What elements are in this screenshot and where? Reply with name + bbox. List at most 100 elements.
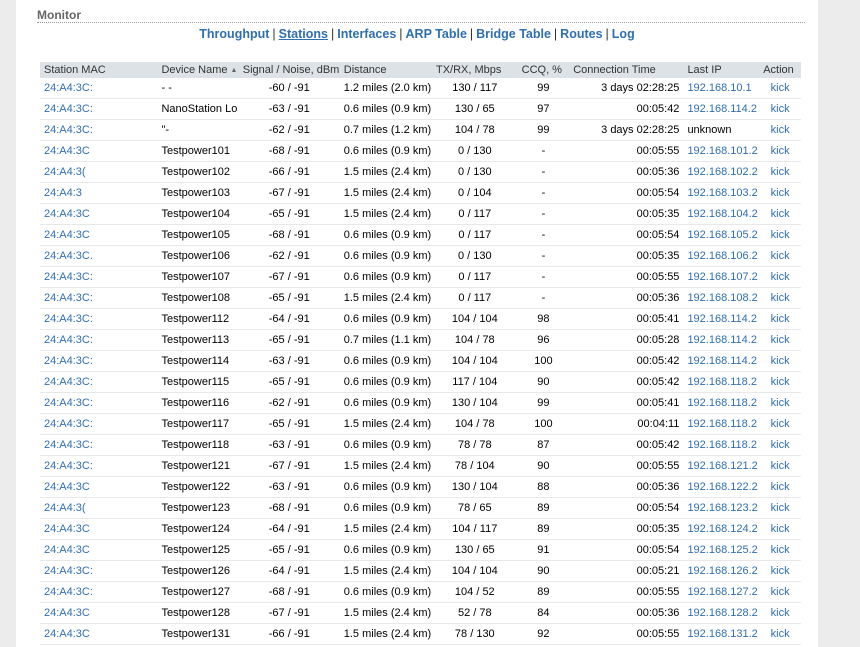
nav-link-throughput[interactable]: Throughput xyxy=(199,27,269,41)
last-ip-link[interactable]: 192.168.105.2 xyxy=(687,229,757,241)
station-mac-link[interactable]: 24:A4:3C: xyxy=(44,439,93,451)
last-ip-link[interactable]: 192.168.106.2 xyxy=(687,250,757,262)
kick-button[interactable]: kick xyxy=(771,334,790,346)
kick-button[interactable]: kick xyxy=(771,229,790,241)
last-ip-link[interactable]: 192.168.102.2 xyxy=(687,166,757,178)
last-ip-link[interactable]: 192.168.121.2 xyxy=(687,460,757,472)
table-row: 24:A4:3C Testpower128 -67 / -91 1.5 miles (… xyxy=(40,602,801,624)
kick-button[interactable]: kick xyxy=(771,82,790,94)
station-mac-link[interactable]: 24:A4:3C xyxy=(44,229,90,241)
kick-button[interactable]: kick xyxy=(771,355,790,367)
last-ip-link[interactable]: 192.168.124.2 xyxy=(687,523,757,535)
nav-link-interfaces[interactable]: Interfaces xyxy=(337,27,396,41)
kick-button[interactable]: kick xyxy=(771,292,790,304)
station-mac-link[interactable]: 24:A4:3C: xyxy=(44,376,93,388)
kick-button[interactable]: kick xyxy=(771,628,790,640)
last-ip-link[interactable]: 192.168.118.2 xyxy=(687,397,757,409)
header-txrx[interactable]: TX/RX, Mbps xyxy=(431,62,518,78)
station-mac-link[interactable]: 24:A4:3C: xyxy=(44,292,93,304)
last-ip-link[interactable]: 192.168.104.2 xyxy=(687,208,757,220)
kick-button[interactable]: kick xyxy=(771,250,790,262)
nav-link-log[interactable]: Log xyxy=(612,27,635,41)
header-station-mac[interactable]: Station MAC xyxy=(40,62,158,78)
nav-link-arp-table[interactable]: ARP Table xyxy=(406,27,467,41)
station-mac-link[interactable]: 24:A4:3C: xyxy=(44,103,93,115)
nav-link-routes[interactable]: Routes xyxy=(560,27,602,41)
last-ip-link[interactable]: 192.168.108.2 xyxy=(687,292,757,304)
last-ip-link[interactable]: 192.168.107.2 xyxy=(687,271,757,283)
station-mac-link[interactable]: 24:A4:3C: xyxy=(44,397,93,409)
kick-button[interactable]: kick xyxy=(771,502,790,514)
kick-button[interactable]: kick xyxy=(771,166,790,178)
nav-link-bridge-table[interactable]: Bridge Table xyxy=(476,27,551,41)
station-mac-link[interactable]: 24:A4:3C xyxy=(44,523,90,535)
last-ip-link[interactable]: 192.168.128.2 xyxy=(687,607,757,619)
kick-button[interactable]: kick xyxy=(771,208,790,220)
kick-button[interactable]: kick xyxy=(771,313,790,325)
station-mac-link[interactable]: 24:A4:3( xyxy=(44,166,86,178)
last-ip-link[interactable]: 192.168.118.2 xyxy=(687,376,757,388)
kick-button[interactable]: kick xyxy=(771,124,790,136)
header-device-name[interactable]: Device Name ▲ xyxy=(157,62,239,78)
last-ip-link[interactable]: 192.168.122.2 xyxy=(687,481,757,493)
station-mac-link[interactable]: 24:A4:3C: xyxy=(44,586,93,598)
action-cell: kick xyxy=(759,434,801,456)
kick-button[interactable]: kick xyxy=(771,460,790,472)
last-ip-link[interactable]: 192.168.101.2 xyxy=(687,145,757,157)
station-mac-link[interactable]: 24:A4:3C: xyxy=(44,565,93,577)
kick-button[interactable]: kick xyxy=(771,187,790,199)
last-ip-link[interactable]: 192.168.126.2 xyxy=(687,565,757,577)
station-mac-link[interactable]: 24:A4:3C xyxy=(44,145,90,157)
kick-button[interactable]: kick xyxy=(771,418,790,430)
kick-button[interactable]: kick xyxy=(771,145,790,157)
last-ip-link[interactable]: 192.168.114.2 xyxy=(687,103,757,115)
station-mac-link[interactable]: 24:A4:3C xyxy=(44,628,90,640)
header-connection-time[interactable]: Connection Time xyxy=(569,62,684,78)
station-mac-link[interactable]: 24:A4:3C: xyxy=(44,418,93,430)
header-signal-noise[interactable]: Signal / Noise, dBm xyxy=(238,62,340,78)
nav-link-stations[interactable]: Stations xyxy=(279,27,328,41)
station-mac-link[interactable]: 24:A4:3C xyxy=(44,208,90,220)
kick-button[interactable]: kick xyxy=(771,376,790,388)
last-ip-link[interactable]: 192.168.114.2 xyxy=(687,313,757,325)
station-mac-link[interactable]: 24:A4:3( xyxy=(44,502,86,514)
station-mac-link[interactable]: 24:A4:3C: xyxy=(44,313,93,325)
last-ip-link[interactable]: 192.168.118.2 xyxy=(687,418,757,430)
last-ip-link[interactable]: 192.168.103.2 xyxy=(687,187,757,199)
last-ip-link[interactable]: 192.168.114.2 xyxy=(687,355,757,367)
last-ip-link[interactable]: 192.168.118.2 xyxy=(687,439,757,451)
station-mac-link[interactable]: 24:A4:3C. xyxy=(44,250,93,262)
station-mac-link[interactable]: 24:A4:3C xyxy=(44,544,90,556)
kick-button[interactable]: kick xyxy=(771,565,790,577)
kick-button[interactable]: kick xyxy=(771,271,790,283)
kick-button[interactable]: kick xyxy=(771,481,790,493)
station-mac-link[interactable]: 24:A4:3C: xyxy=(44,334,93,346)
signal-noise-cell: -68 / -91 xyxy=(238,581,340,603)
header-last-ip[interactable]: Last IP xyxy=(683,62,760,78)
station-mac-link[interactable]: 24:A4:3C: xyxy=(44,82,93,94)
station-mac-link[interactable]: 24:A4:3C: xyxy=(44,124,93,136)
station-mac-link[interactable]: 24:A4:3C: xyxy=(44,460,93,472)
last-ip-link[interactable]: 192.168.10.1 xyxy=(687,82,751,94)
kick-button[interactable]: kick xyxy=(771,544,790,556)
kick-button[interactable]: kick xyxy=(771,586,790,598)
kick-button[interactable]: kick xyxy=(771,103,790,115)
header-distance[interactable]: Distance xyxy=(339,62,432,78)
last-ip-link[interactable]: 192.168.123.2 xyxy=(687,502,757,514)
station-mac-cell: 24:A4:3C: xyxy=(40,78,158,99)
last-ip-link[interactable]: 192.168.114.2 xyxy=(687,334,757,346)
station-mac-link[interactable]: 24:A4:3C: xyxy=(44,271,93,283)
station-mac-link[interactable]: 24:A4:3C: xyxy=(44,355,93,367)
station-mac-link[interactable]: 24:A4:3C xyxy=(44,481,90,493)
last-ip-link[interactable]: 192.168.125.2 xyxy=(687,544,757,556)
distance-cell: 1.5 miles (2.4 km) xyxy=(339,602,432,624)
header-ccq[interactable]: CCQ, % xyxy=(517,62,570,78)
station-mac-link[interactable]: 24:A4:3C xyxy=(44,607,90,619)
kick-button[interactable]: kick xyxy=(771,397,790,409)
kick-button[interactable]: kick xyxy=(771,523,790,535)
kick-button[interactable]: kick xyxy=(771,607,790,619)
station-mac-link[interactable]: 24:A4:3 xyxy=(44,187,82,199)
kick-button[interactable]: kick xyxy=(771,439,790,451)
last-ip-link[interactable]: 192.168.127.2 xyxy=(687,586,757,598)
last-ip-link[interactable]: 192.168.131.2 xyxy=(687,628,757,640)
